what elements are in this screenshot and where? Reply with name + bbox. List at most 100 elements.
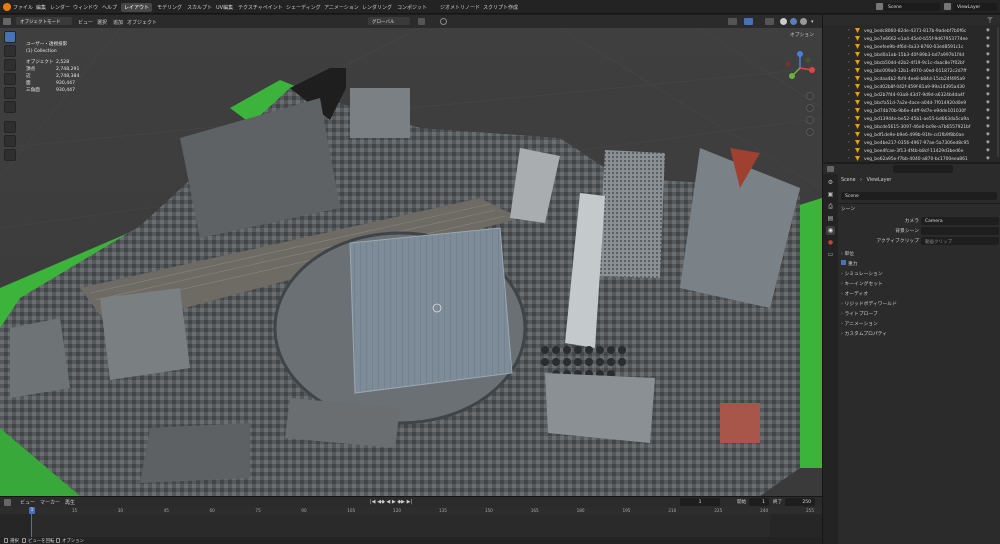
timeline-menu-playback[interactable]: 再生 — [65, 499, 75, 506]
timeline-editor-icon[interactable] — [4, 499, 11, 506]
expand-arrow-icon[interactable]: › — [848, 156, 850, 161]
outliner-row[interactable]: › veg_bedc8060-82de-4371-817b-9adebf7b0f6… — [823, 27, 1000, 35]
gravity-checkbox-icon[interactable] — [841, 260, 846, 265]
tool-tab-icon[interactable]: ⚙ — [826, 178, 835, 187]
grid-toggle-icon[interactable] — [806, 128, 814, 136]
blender-logo-icon[interactable] — [3, 3, 11, 11]
tab-scripting[interactable]: スクリプト作成 — [480, 3, 521, 12]
eye-visibility-icon[interactable]: ◉ — [986, 132, 990, 137]
section-custom-properties[interactable]: › カスタムプロパティ — [841, 330, 1000, 339]
cursor-tool-icon[interactable] — [4, 45, 16, 57]
eye-visibility-icon[interactable]: ◉ — [986, 84, 990, 89]
eye-visibility-icon[interactable]: ◉ — [986, 36, 990, 41]
jump-end-icon[interactable]: ▶| — [407, 499, 413, 505]
visibility-icon[interactable] — [728, 18, 737, 25]
background-scene-field[interactable] — [921, 227, 999, 235]
expand-arrow-icon[interactable]: › — [848, 84, 850, 89]
viewlayer-icon[interactable] — [944, 3, 951, 10]
eye-visibility-icon[interactable]: ◉ — [986, 116, 990, 121]
scene-selector[interactable]: Scene — [884, 3, 940, 11]
outliner-row[interactable]: › veg_bbcde5615-3097-46e0-bc9e-a7b6557921… — [823, 123, 1000, 131]
tab-animation[interactable]: アニメーション — [321, 3, 362, 12]
eye-visibility-icon[interactable]: ◉ — [986, 108, 990, 113]
expand-arrow-icon[interactable]: › — [848, 124, 850, 129]
scene-tab-icon[interactable]: ◉ — [826, 226, 835, 235]
outliner-row[interactable]: › veg_bbd0a1ab-15b3-40f-89b3-bd7a997b1f4d… — [823, 51, 1000, 59]
eye-visibility-icon[interactable]: ◉ — [986, 52, 990, 57]
menu-add[interactable]: 追加 — [113, 19, 123, 26]
move-tool-icon[interactable] — [4, 59, 16, 71]
tab-uv-editing[interactable]: UV編集 — [213, 3, 236, 12]
play-icon[interactable]: ▶ — [392, 499, 396, 505]
section-audio[interactable]: › オーディオ — [841, 290, 1000, 299]
expand-arrow-icon[interactable]: › — [848, 60, 850, 65]
expand-arrow-icon[interactable]: › — [848, 100, 850, 105]
playhead[interactable]: 1 — [29, 507, 35, 514]
expand-arrow-icon[interactable]: › — [848, 36, 850, 41]
shading-material-icon[interactable] — [790, 18, 797, 25]
menu-help[interactable]: ヘルプ — [102, 4, 117, 11]
timeline-menu-marker[interactable]: マーカー — [40, 499, 60, 506]
eye-visibility-icon[interactable]: ◉ — [986, 44, 990, 49]
output-tab-icon[interactable]: ⎙ — [826, 202, 835, 211]
eye-visibility-icon[interactable]: ◉ — [986, 156, 990, 161]
outliner-row[interactable]: › veg_bd2b7f44-93a8-43d7-9d9d-a6324b4da4f… — [823, 91, 1000, 99]
tab-modeling[interactable]: モデリング — [154, 3, 185, 12]
expand-arrow-icon[interactable]: › — [848, 44, 850, 49]
expand-arrow-icon[interactable]: › — [848, 92, 850, 97]
next-key-icon[interactable]: ◆▶ — [397, 499, 405, 505]
section-gravity[interactable]: 重力 — [841, 260, 1000, 269]
world-tab-icon[interactable]: ● — [826, 238, 835, 247]
eye-visibility-icon[interactable]: ◉ — [986, 148, 990, 153]
transform-orientation[interactable]: グローバル — [368, 17, 410, 25]
end-frame-field[interactable]: 250 — [785, 498, 815, 506]
outliner-row[interactable]: › veg_bd13944e-be52-45b1-ae55-bd663da5ca9… — [823, 115, 1000, 123]
tab-geometry-nodes[interactable]: ジオメトリノード — [437, 3, 483, 12]
eye-visibility-icon[interactable]: ◉ — [986, 124, 990, 129]
menu-window[interactable]: ウィンドウ — [73, 4, 98, 11]
outliner-row[interactable]: › veg_bbcb50dd-d2b2-4f19-9c1c-daac8e7f02b… — [823, 59, 1000, 67]
outliner-row[interactable]: › veg_bee4fcae-3f13-4f4b-b8cf-11429d3bed6… — [823, 147, 1000, 155]
editor-type-icon[interactable] — [3, 18, 11, 25]
3d-viewport[interactable]: ユーザー・透視投影 (1) Collection オブジェクト 2,528 頂点 2… — [0, 28, 822, 496]
tab-compositing[interactable]: コンポジット — [394, 3, 430, 12]
add-cube-tool-icon[interactable] — [4, 149, 16, 161]
outliner-row[interactable]: › veg_be4be217-0356-4967-97ae-5a7306ed8c9… — [823, 139, 1000, 147]
camera-field[interactable]: Camera — [921, 217, 999, 225]
outliner-row[interactable]: › veg_be62a95e-f7bb-4040-a870-bc1700eea86… — [823, 155, 1000, 163]
expand-arrow-icon[interactable]: › — [848, 132, 850, 137]
properties-editor[interactable]: ⚙ ▣ ⎙ ▤ ◉ ● ▭ Scene › ViewLayer Scene シー… — [822, 164, 1000, 544]
expand-arrow-icon[interactable]: › — [848, 148, 850, 153]
viewlayer-selector[interactable]: ViewLayer — [953, 3, 997, 11]
transform-tool-icon[interactable] — [4, 101, 16, 113]
expand-arrow-icon[interactable]: › — [848, 116, 850, 121]
active-clip-field[interactable]: 動画クリップ — [921, 237, 999, 245]
outliner-row[interactable]: › veg_bbc009a0-12b1-4970-a0ed-011872c2d7f… — [823, 67, 1000, 75]
outliner-row[interactable]: › veg_bdf1de9e-b9e6-499b-91fe-cd1fb9f8b0a… — [823, 131, 1000, 139]
tab-layout[interactable]: レイアウト — [121, 3, 153, 12]
outliner-row[interactable]: › veg_bcdaa4b2-fbf4-4ee8-b84d-15cb24f495a… — [823, 75, 1000, 83]
section-light-probes[interactable]: › ライトプローブ — [841, 310, 1000, 319]
menu-render[interactable]: レンダー — [50, 4, 70, 11]
eye-visibility-icon[interactable]: ◉ — [986, 68, 990, 73]
start-frame-field[interactable]: 1 — [749, 498, 769, 506]
rotate-tool-icon[interactable] — [4, 73, 16, 85]
tab-texture-paint[interactable]: テクスチャペイント — [235, 3, 286, 12]
properties-editor-icon[interactable] — [827, 166, 834, 172]
filter-icon[interactable] — [987, 17, 993, 23]
expand-arrow-icon[interactable]: › — [848, 108, 850, 113]
outliner-row[interactable]: › veg_bbcfa51d-7a2e-4ace-a04d-7f014920d0e… — [823, 99, 1000, 107]
menu-edit[interactable]: 編集 — [36, 4, 46, 11]
outliner-row[interactable]: › veg_bd74b70b-9b6e-4dff-9d7e-e9dde101030… — [823, 107, 1000, 115]
shading-solid-icon[interactable] — [780, 18, 787, 25]
render-tab-icon[interactable]: ▣ — [826, 190, 835, 199]
tab-shading[interactable]: シェーディング — [283, 3, 324, 12]
section-rigid-body-world[interactable]: › リジッドボディワールド — [841, 300, 1000, 309]
shading-options-icon[interactable]: ▾ — [811, 19, 814, 25]
outliner[interactable]: › veg_bedc8060-82de-4371-817b-9adebf7b0f6… — [822, 15, 1000, 162]
camera-view-icon[interactable] — [806, 116, 814, 124]
section-simulation[interactable]: › シミュレーション — [841, 270, 1000, 279]
eye-visibility-icon[interactable]: ◉ — [986, 100, 990, 105]
outliner-row[interactable]: › veg_be7e6662-e1a4-45e0-b55f-9d67953774e… — [823, 35, 1000, 43]
mode-selector[interactable]: オブジェクトモード — [16, 17, 72, 25]
